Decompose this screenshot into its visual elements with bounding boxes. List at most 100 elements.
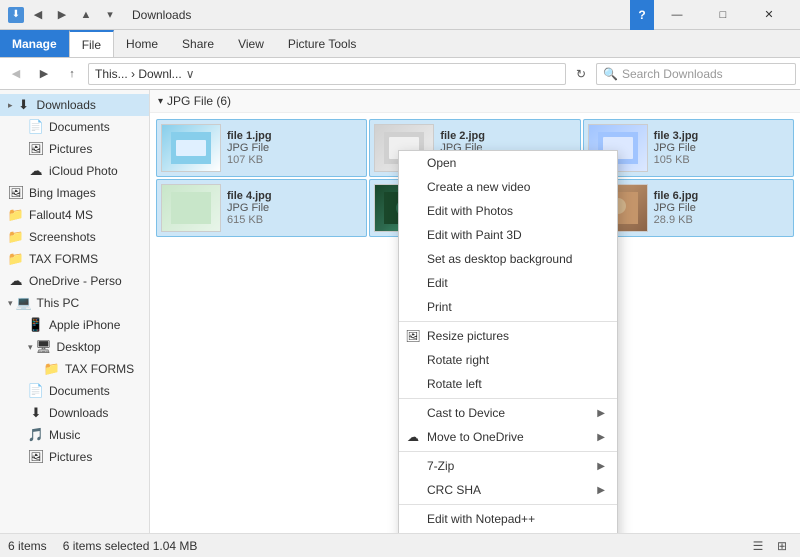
- sidebar-item-bing[interactable]: 🖼 Bing Images: [0, 182, 149, 204]
- sidebar-item-documents[interactable]: 📄 Documents: [20, 116, 149, 138]
- maximize-button[interactable]: □: [700, 0, 746, 30]
- ctx-create-video[interactable]: Create a new video: [399, 175, 617, 199]
- expand-arrow: ▾: [28, 342, 33, 353]
- search-box[interactable]: 🔍 Search Downloads: [596, 63, 796, 85]
- help-button[interactable]: ?: [630, 0, 654, 30]
- nav-forward-btn[interactable]: ▶: [52, 5, 72, 25]
- sidebar-item-desktop[interactable]: ▾ 🖥 Desktop: [20, 336, 149, 358]
- file-info: file 3.jpg JPG File 105 KB: [654, 130, 699, 166]
- submenu-arrow: ▶: [597, 432, 605, 443]
- submenu-arrow: ▶: [597, 485, 605, 496]
- content-header-label: JPG File (6): [167, 94, 231, 108]
- sidebar-item-label: Bing Images: [29, 186, 96, 200]
- ctx-defender[interactable]: 🛡 Scan with Microsoft Defender...: [399, 531, 617, 533]
- folder-icon: ⬇: [8, 7, 24, 23]
- title-bar: ⬇ ◀ ▶ ▲ ▾ Downloads ? — □ ✕: [0, 0, 800, 30]
- ctx-print[interactable]: Print: [399, 295, 617, 319]
- collapse-chevron[interactable]: ▾: [158, 96, 163, 107]
- sidebar-item-taxforms[interactable]: 📁 TAX FORMS: [0, 248, 149, 270]
- sidebar-item-label: Pictures: [49, 450, 92, 464]
- status-bar: 6 items 6 items selected 1.04 MB ☰ ⊞: [0, 533, 800, 557]
- tab-file[interactable]: File: [69, 30, 114, 57]
- file-item[interactable]: file 4.jpg JPG File 615 KB: [156, 179, 367, 237]
- minimize-button[interactable]: —: [654, 0, 700, 30]
- file-item[interactable]: file 1.jpg JPG File 107 KB: [156, 119, 367, 177]
- content-header: ▾ JPG File (6): [150, 90, 800, 113]
- nav-back-btn[interactable]: ◀: [28, 5, 48, 25]
- address-path[interactable]: This... › Downl... ∨: [88, 63, 566, 85]
- ctx-edit-paint3d[interactable]: Edit with Paint 3D: [399, 223, 617, 247]
- expand-arrow: ▸: [8, 100, 13, 111]
- view-controls: ☰ ⊞: [748, 536, 792, 556]
- ctx-rotate-right[interactable]: Rotate right: [399, 348, 617, 372]
- ctx-notepadpp[interactable]: Edit with Notepad++: [399, 507, 617, 531]
- customize-quick-access[interactable]: ▾: [100, 5, 120, 25]
- pictures-icon: 🖼: [28, 449, 44, 465]
- context-menu: Open Create a new video Edit with Photos…: [398, 150, 618, 533]
- large-icons-view-button[interactable]: ⊞: [772, 536, 792, 556]
- sidebar-item-iphone[interactable]: 📱 Apple iPhone: [20, 314, 149, 336]
- music-icon: 🎵: [28, 427, 44, 443]
- ctx-resize[interactable]: 🖼 Resize pictures: [399, 324, 617, 348]
- file-size: 28.9 KB: [654, 214, 699, 226]
- file-name: file 4.jpg: [227, 190, 272, 202]
- sidebar-item-label: TAX FORMS: [29, 252, 98, 266]
- file-size: 107 KB: [227, 154, 272, 166]
- ctx-set-desktop[interactable]: Set as desktop background: [399, 247, 617, 271]
- file-info: file 6.jpg JPG File 28.9 KB: [654, 190, 699, 226]
- sidebar-item-label: OneDrive - Perso: [29, 274, 122, 288]
- window-title: Downloads: [132, 8, 191, 22]
- document-icon: 📄: [28, 119, 44, 135]
- up-button[interactable]: ↑: [60, 62, 84, 86]
- ctx-open[interactable]: Open: [399, 151, 617, 175]
- forward-button[interactable]: ▶: [32, 62, 56, 86]
- sidebar-item-pictures[interactable]: 🖼 Pictures: [20, 138, 149, 160]
- ctx-cast[interactable]: Cast to Device ▶: [399, 401, 617, 425]
- file-name: file 3.jpg: [654, 130, 699, 142]
- cloud-icon: ☁: [28, 163, 44, 179]
- ctx-crc-sha[interactable]: CRC SHA ▶: [399, 478, 617, 502]
- sidebar-item-downloads2[interactable]: ⬇ Downloads: [20, 402, 149, 424]
- sidebar-item-label: Apple iPhone: [49, 318, 120, 332]
- sidebar-item-fallout4[interactable]: 📁 Fallout4 MS: [0, 204, 149, 226]
- sidebar-item-documents2[interactable]: 📄 Documents: [20, 380, 149, 402]
- document-icon: 📄: [28, 383, 44, 399]
- resize-icon: 🖼: [405, 328, 421, 344]
- tab-manage[interactable]: Manage: [0, 30, 69, 57]
- sidebar-item-label: This PC: [37, 296, 80, 310]
- file-name: file 2.jpg: [440, 130, 485, 142]
- ctx-7zip[interactable]: 7-Zip ▶: [399, 454, 617, 478]
- folder-icon: 📁: [8, 251, 24, 267]
- tab-view[interactable]: View: [226, 30, 276, 57]
- tab-home[interactable]: Home: [114, 30, 170, 57]
- ctx-separator: [399, 504, 617, 505]
- ctx-edit[interactable]: Edit: [399, 271, 617, 295]
- sidebar-item-icloud[interactable]: ☁ iCloud Photo: [20, 160, 149, 182]
- sidebar-item-thispc[interactable]: ▾ 💻 This PC: [0, 292, 149, 314]
- sidebar-item-pictures2[interactable]: 🖼 Pictures: [20, 446, 149, 468]
- tab-picture-tools[interactable]: Picture Tools: [276, 30, 368, 57]
- sidebar-item-label: Downloads: [49, 406, 108, 420]
- sidebar-item-label: Documents: [49, 120, 110, 134]
- ctx-separator: [399, 321, 617, 322]
- close-button[interactable]: ✕: [746, 0, 792, 30]
- submenu-arrow: ▶: [597, 461, 605, 472]
- details-view-button[interactable]: ☰: [748, 536, 768, 556]
- sidebar-item-label: Screenshots: [29, 230, 96, 244]
- back-button[interactable]: ◀: [4, 62, 28, 86]
- sidebar-item-downloads[interactable]: ▸ ⬇ Downloads: [0, 94, 149, 116]
- sidebar-item-taxforms2[interactable]: 📁 TAX FORMS: [36, 358, 149, 380]
- refresh-button[interactable]: ↻: [570, 63, 592, 85]
- sidebar-item-label: TAX FORMS: [65, 362, 134, 376]
- ctx-edit-photos[interactable]: Edit with Photos: [399, 199, 617, 223]
- search-placeholder: Search Downloads: [622, 67, 723, 81]
- ctx-rotate-left[interactable]: Rotate left: [399, 372, 617, 396]
- sidebar-item-music[interactable]: 🎵 Music: [20, 424, 149, 446]
- sidebar-item-screenshots[interactable]: 📁 Screenshots: [0, 226, 149, 248]
- ctx-move-onedrive[interactable]: ☁ Move to OneDrive ▶: [399, 425, 617, 449]
- tab-share[interactable]: Share: [170, 30, 226, 57]
- nav-up-btn[interactable]: ▲: [76, 5, 96, 25]
- folder-icon: 📁: [8, 229, 24, 245]
- sidebar-item-onedrive[interactable]: ☁ OneDrive - Perso: [0, 270, 149, 292]
- selected-info: 6 items selected 1.04 MB: [63, 539, 198, 553]
